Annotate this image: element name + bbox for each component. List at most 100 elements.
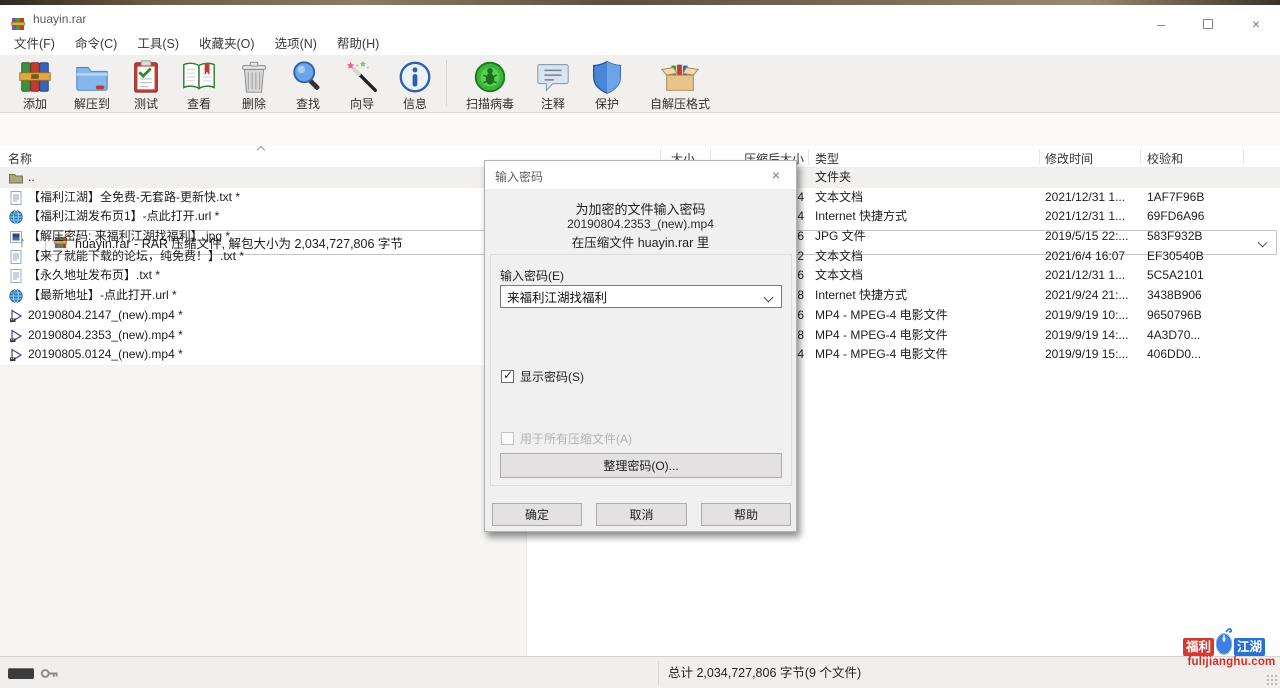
sfx-button[interactable]: 自解压格式 <box>633 58 727 112</box>
extract-to-button[interactable]: 解压到 <box>64 58 120 112</box>
file-checksum: 69FD6A96 <box>1147 207 1204 227</box>
watermark-domain: fulijianghu.com <box>1183 656 1280 668</box>
password-value: 来福利江湖找福利 <box>507 287 607 306</box>
help-button[interactable]: 帮助 <box>701 503 791 526</box>
toolbar-separator <box>446 60 447 106</box>
protect-button[interactable]: 保护 <box>581 58 633 112</box>
show-password-checkbox[interactable]: ✓ 显示密码(S) <box>501 368 584 385</box>
drive-icon[interactable] <box>8 668 34 679</box>
file-name: 【福利江湖】全免费-无套路-更新快.txt * <box>28 188 240 208</box>
find-magnifier-icon <box>289 58 327 96</box>
file-name: 20190804.2147_(new).mp4 * <box>28 306 183 326</box>
use-for-all-archives-checkbox: 用于所有压缩文件(A) <box>501 430 632 447</box>
file-modified: 2021/6/4 16:07 <box>1045 247 1125 267</box>
menu-favorites[interactable]: 收藏夹(O) <box>189 33 265 55</box>
file-modified: 2019/9/19 15:... <box>1045 345 1128 365</box>
menu-help[interactable]: 帮助(H) <box>327 33 389 55</box>
check-icon: ✓ <box>503 368 513 382</box>
menu-tools[interactable]: 工具(S) <box>127 33 189 55</box>
column-divider[interactable] <box>1039 149 1040 165</box>
column-name[interactable]: 名称 <box>8 150 32 167</box>
menu-commands[interactable]: 命令(C) <box>65 33 127 55</box>
tool-label: 自解压格式 <box>650 95 710 112</box>
file-type: MP4 - MPEG-4 电影文件 <box>815 326 948 346</box>
file-name: 【福利江湖发布页1】-点此打开.url * <box>28 207 219 227</box>
tool-label: 删除 <box>242 95 266 112</box>
tool-label: 保护 <box>595 95 619 112</box>
jpg-image-icon <box>8 229 24 245</box>
extract-folder-icon <box>73 58 111 96</box>
resize-grip[interactable] <box>1267 675 1277 685</box>
scan-virus-button[interactable]: 扫描病毒 <box>455 58 525 112</box>
tool-label: 解压到 <box>74 95 110 112</box>
view-button[interactable]: 查看 <box>172 58 226 112</box>
file-name: 20190804.2353_(new).mp4 * <box>28 326 183 346</box>
sfx-box-icon <box>661 58 699 96</box>
file-type: 文本文档 <box>815 188 863 208</box>
folder-up-icon <box>8 170 24 186</box>
menu-file[interactable]: 文件(F) <box>4 33 65 55</box>
column-divider[interactable] <box>1140 149 1141 165</box>
add-button[interactable]: 添加 <box>6 58 64 112</box>
column-divider[interactable] <box>1243 149 1244 165</box>
cancel-button[interactable]: 取消 <box>596 503 687 526</box>
column-type[interactable]: 类型 <box>815 150 839 167</box>
password-input[interactable]: 来福利江湖找福利 <box>500 285 782 308</box>
text-file-icon <box>8 190 24 206</box>
status-divider <box>658 661 659 685</box>
dialog-close-button[interactable]: × <box>756 161 796 189</box>
file-type: MP4 - MPEG-4 电影文件 <box>815 345 948 365</box>
protect-shield-icon <box>588 58 626 96</box>
text-file-icon <box>8 268 24 284</box>
find-button[interactable]: 查找 <box>282 58 334 112</box>
menu-options[interactable]: 选项(N) <box>265 33 327 55</box>
key-icon[interactable] <box>40 666 59 681</box>
sort-ascending-icon <box>257 146 265 154</box>
encrypted-file-name: 20190804.2353_(new).mp4 <box>485 217 796 231</box>
organize-passwords-button[interactable]: 整理密码(O)... <box>500 453 782 478</box>
file-checksum: 9650796B <box>1147 306 1202 326</box>
file-checksum: 583F932B <box>1147 227 1202 247</box>
column-modified[interactable]: 修改时间 <box>1045 150 1093 167</box>
file-name: 20190805.0124_(new).mp4 * <box>28 345 183 365</box>
url-globe-icon <box>8 288 24 304</box>
comment-bubble-icon <box>534 58 572 96</box>
status-total: 总计 2,034,727,806 字节(9 个文件) <box>668 657 861 688</box>
file-type: 文本文档 <box>815 247 863 267</box>
column-divider[interactable] <box>808 149 809 165</box>
comment-button[interactable]: 注释 <box>525 58 581 112</box>
wizard-button[interactable]: 向导 <box>334 58 390 112</box>
close-glyph: × <box>1252 16 1260 32</box>
archive-name-line: 在压缩文件 huayin.rar 里 <box>485 232 796 251</box>
wizard-wand-icon <box>343 58 381 96</box>
file-name: 【最新地址】-点此打开.url * <box>28 286 177 306</box>
column-checksum[interactable]: 校验和 <box>1147 150 1183 167</box>
tool-label: 注释 <box>541 95 565 112</box>
file-modified: 2019/9/19 10:... <box>1045 306 1128 326</box>
mouse-icon <box>1213 626 1235 656</box>
address-bar: ↑ huayin.rar - RAR 压缩文件, 解包大小为 2,034,727… <box>0 113 1280 146</box>
dialog-title-bar: 输入密码 × <box>485 161 796 189</box>
ok-button[interactable]: 确定 <box>492 503 582 526</box>
tool-label: 查找 <box>296 95 320 112</box>
info-button[interactable]: 信息 <box>390 58 440 112</box>
file-checksum: EF30540B <box>1147 247 1204 267</box>
dialog-title: 输入密码 <box>495 168 543 185</box>
test-clipboard-icon <box>127 58 165 96</box>
file-checksum: 3438B906 <box>1147 286 1202 306</box>
window-title: huayin.rar <box>33 12 86 26</box>
winrar-window: huayin.rar – × 文件(F) 命令(C) 工具(S) 收藏夹(O) … <box>0 0 1280 688</box>
watermark-right-text: 江湖 <box>1234 638 1265 656</box>
minimize-glyph: – <box>1157 16 1165 32</box>
tool-label: 向导 <box>350 95 374 112</box>
file-checksum: 5C5A2101 <box>1147 266 1204 286</box>
test-button[interactable]: 测试 <box>120 58 172 112</box>
watermark-logo: 福利 江湖 <box>1183 630 1280 656</box>
chevron-down-icon[interactable] <box>764 293 774 303</box>
file-type: MP4 - MPEG-4 电影文件 <box>815 306 948 326</box>
delete-button[interactable]: 删除 <box>226 58 282 112</box>
tool-label: 信息 <box>403 95 427 112</box>
use-for-all-archives-label: 用于所有压缩文件(A) <box>520 430 632 447</box>
toolbar: 添加 解压到 测试 查看 <box>0 55 1280 113</box>
checkbox-checked-icon[interactable]: ✓ <box>501 370 514 383</box>
